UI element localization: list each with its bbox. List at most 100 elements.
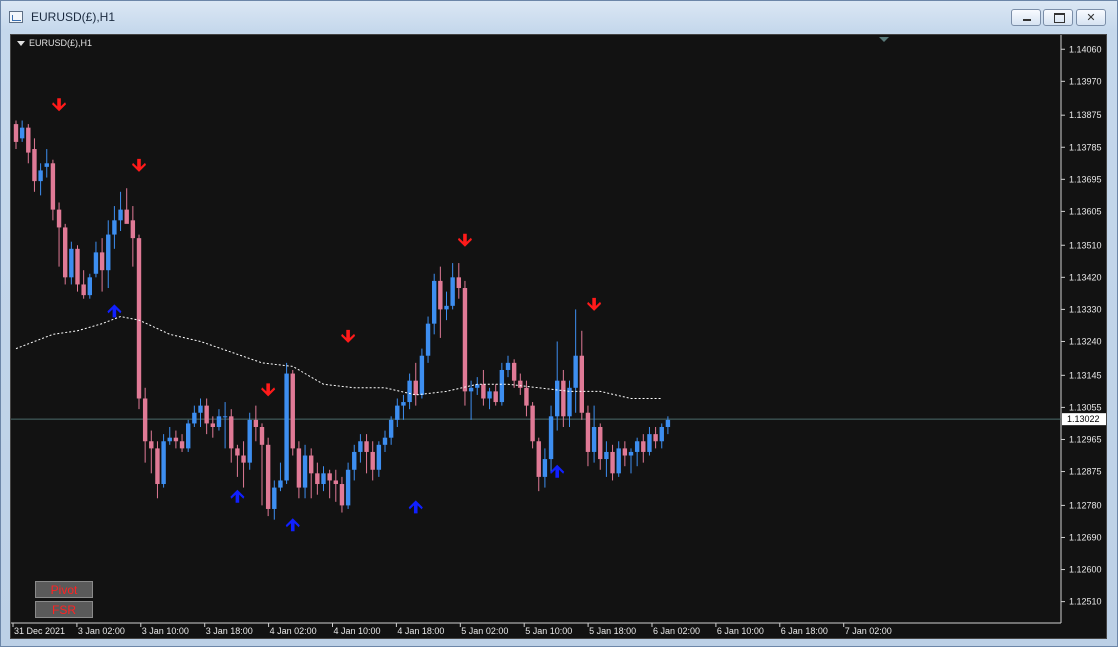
minimize-button[interactable] (1011, 9, 1041, 26)
buy-arrow-icon (285, 518, 300, 532)
price-tick-label: 1.13785 (1069, 142, 1102, 152)
bull-candle (93, 252, 99, 274)
price-tick-label: 1.14060 (1069, 44, 1102, 54)
sell-arrow-icon (457, 233, 472, 247)
bear-candle (585, 412, 591, 452)
bear-candle (204, 405, 209, 424)
bull-candle (118, 209, 123, 221)
sell-arrow-icon (587, 297, 602, 311)
dropdown-triangle-icon (17, 41, 25, 47)
bull-candle (419, 355, 425, 395)
time-tick-label: 4 Jan 10:00 (334, 626, 381, 636)
bear-candle (456, 277, 461, 289)
bear-candle (63, 227, 68, 278)
bull-candle (87, 277, 92, 296)
price-tick-label: 1.13605 (1069, 206, 1102, 216)
bull-candle (278, 480, 283, 488)
bull-candle (542, 459, 548, 477)
bull-candle (272, 487, 277, 509)
bull-candle (659, 427, 664, 442)
bear-candle (561, 380, 566, 417)
bull-candle (376, 444, 382, 470)
bull-candle (395, 405, 400, 420)
bear-candle (210, 423, 215, 427)
bear-candle (75, 248, 80, 285)
symbol-text: EURUSD(£),H1 (29, 38, 93, 48)
bull-candle (19, 127, 25, 139)
bear-candle (253, 419, 259, 427)
bull-candle (425, 323, 431, 356)
time-tick-label: 6 Jan 10:00 (717, 626, 764, 636)
bear-candle (124, 209, 129, 224)
bull-candle (647, 434, 652, 452)
bear-candle (370, 451, 375, 470)
bear-candle (481, 384, 486, 399)
time-tick-label: 6 Jan 18:00 (781, 626, 828, 636)
symbol-label[interactable]: EURUSD(£),H1 (17, 38, 92, 48)
bear-candle (413, 380, 418, 395)
bull-candle (247, 419, 252, 463)
bear-candle (653, 434, 658, 442)
price-tick-label: 1.12510 (1069, 597, 1102, 607)
bull-candle (505, 362, 511, 370)
chart-area[interactable]: 1.14060 1.13970 1.13875 1.13785 1.13695 1.136… (10, 34, 1107, 639)
fsr-button[interactable]: FSR (35, 601, 93, 618)
bull-candle (222, 416, 228, 418)
chart-shift-marker-icon (879, 37, 889, 42)
price-tick-label: 1.13240 (1069, 336, 1102, 346)
bull-candle (284, 373, 289, 481)
restore-icon (1054, 13, 1065, 23)
bear-candle (81, 284, 86, 296)
bear-candle (610, 451, 615, 474)
restore-button[interactable] (1043, 9, 1073, 26)
price-tick-label: 1.12875 (1069, 467, 1102, 477)
bull-candle (444, 305, 449, 310)
bear-candle (229, 416, 234, 449)
bear-candle (179, 441, 185, 449)
bull-candle (468, 387, 474, 392)
pivot-button[interactable]: Pivot (35, 581, 93, 598)
bear-candle (536, 441, 541, 477)
time-tick-label: 7 Jan 02:00 (845, 626, 892, 636)
bear-candle (530, 405, 535, 442)
bear-candle (142, 398, 148, 442)
bear-candle (155, 448, 160, 485)
price-tick-label: 1.13330 (1069, 304, 1102, 314)
time-tick-label: 3 Jan 10:00 (142, 626, 189, 636)
bear-candle (99, 252, 105, 271)
bull-candle (665, 419, 671, 427)
window-title: EURUSD(£),H1 (31, 10, 116, 24)
bear-candle (265, 444, 271, 509)
bear-candle (641, 441, 646, 452)
bull-candle (167, 437, 172, 442)
bull-candle (475, 384, 480, 388)
bull-candle (192, 412, 197, 424)
time-tick-label: 3 Jan 18:00 (206, 626, 253, 636)
bear-candle (309, 455, 314, 474)
bear-candle (296, 448, 302, 488)
price-tick-label: 1.13420 (1069, 272, 1102, 282)
bear-candle (130, 220, 136, 239)
bear-candle (26, 127, 31, 153)
bull-candle (44, 163, 49, 167)
time-tick-label: 31 Dec 2021 (14, 626, 65, 636)
bull-candle (616, 448, 621, 474)
bear-candle (462, 288, 468, 392)
bull-candle (591, 427, 597, 452)
bull-candle (302, 455, 308, 488)
close-button[interactable]: ✕ (1076, 9, 1106, 26)
price-tick-label: 1.13970 (1069, 76, 1102, 86)
sell-arrow-icon (52, 98, 67, 112)
bear-candle (364, 441, 369, 452)
bull-candle (634, 441, 640, 452)
title-bar[interactable]: EURUSD(£),H1 ✕ (1, 1, 1117, 34)
price-tick-label: 1.13695 (1069, 174, 1102, 184)
price-tick-label: 1.12600 (1069, 565, 1102, 575)
bear-candle (173, 437, 179, 442)
price-tick-label: 1.13875 (1069, 110, 1102, 120)
candlestick-chart[interactable]: 1.14060 1.13970 1.13875 1.13785 1.13695 1.136… (11, 35, 1106, 638)
current-price-label: 1.13022 (1067, 414, 1100, 424)
time-tick-label: 4 Jan 18:00 (397, 626, 444, 636)
bull-candle (548, 416, 554, 460)
time-tick-label: 6 Jan 02:00 (653, 626, 700, 636)
